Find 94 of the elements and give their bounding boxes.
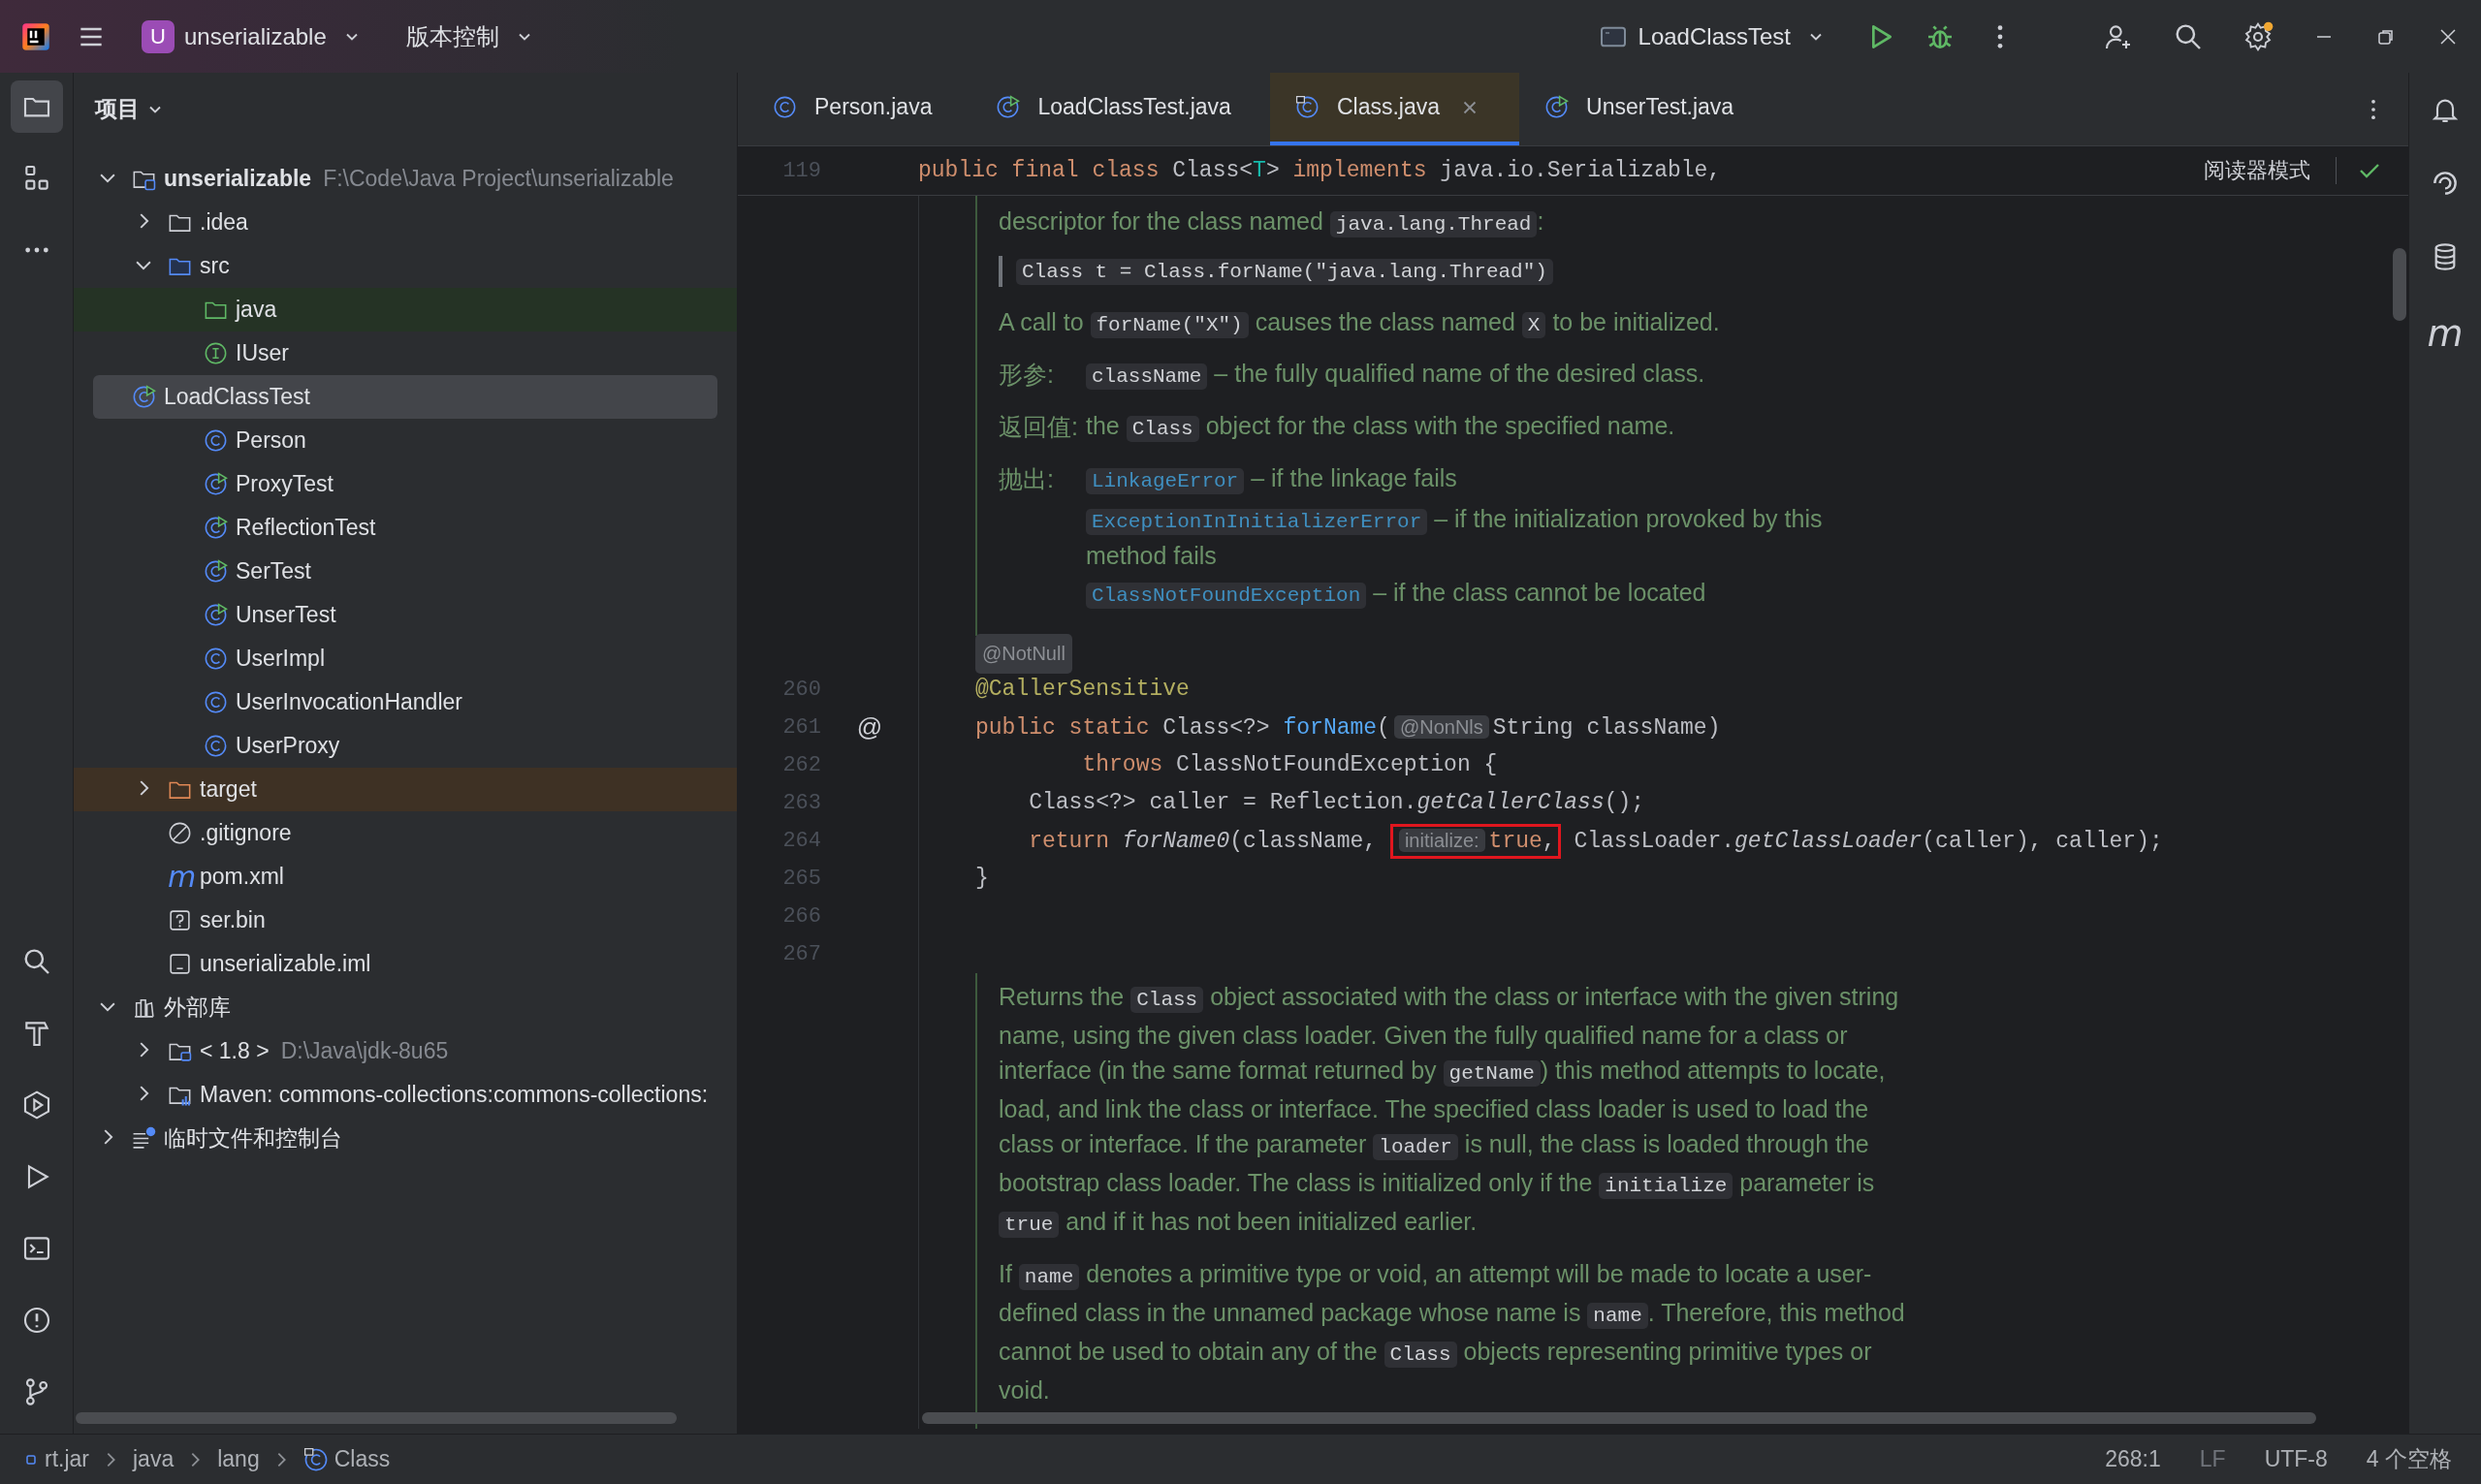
file-icon [168, 952, 192, 976]
code-line: Class<?> caller = Reflection.getCallerClass(); [1028, 789, 1645, 817]
scrollbar-thumb[interactable] [76, 1412, 677, 1424]
unknown-file-icon [168, 908, 192, 932]
tree-item[interactable]: unserializable F:\Code\Java Project\unserializable [74, 157, 737, 201]
code-line: throws ClassNotFoundException { [1081, 751, 1498, 779]
chevron-icon [276, 1452, 286, 1467]
tree-item[interactable]: 临时文件和控制台 [74, 1117, 737, 1160]
doc-tag-text: ClassNotFoundException – if the class cannot be located [1086, 576, 1891, 613]
class-icon [996, 95, 1021, 119]
tree-item[interactable]: ser.bin [74, 899, 737, 942]
class-icon [302, 1446, 329, 1472]
ignore-file-icon [168, 821, 192, 845]
class-icon [204, 428, 228, 453]
doc-tag-label: 形参: [999, 360, 1055, 390]
class-icon [204, 472, 228, 496]
settings-icon[interactable] [2242, 20, 2274, 52]
doc-paragraph: descriptor for the class named java.lang.Thread : [999, 206, 1545, 239]
doc-paragraph: If name denotes a primitive type or void, an attempt will be made to locate a user-defined class in the unnamed package whose name is name . Therefore, this method cannot be used to obtain any of the Class objects representing primitive types or void. [999, 1259, 1906, 1405]
maven-icon[interactable]: m [2427, 315, 2464, 352]
status-bar-item[interactable]: UTF-8 [2264, 1444, 2328, 1474]
class-icon [204, 603, 228, 627]
doc-link[interactable]: ExceptionInInitializerError [1086, 509, 1428, 535]
tree-item[interactable]: < 1.8 > D:\Java\jdk-8u65 [74, 1029, 737, 1073]
chevron-icon [107, 1452, 115, 1467]
breadcrumb[interactable]: lang [217, 1446, 260, 1472]
tree-item[interactable]: target [74, 768, 737, 811]
class-icon [1294, 95, 1320, 119]
scrollbar-thumb[interactable] [2393, 248, 2406, 321]
tree-item[interactable]: m pom.xml [74, 855, 737, 899]
code-line: public final class Class<T> implements java.io.Serializable, [918, 158, 1722, 183]
vcs-menu[interactable]: 版本控制 [396, 13, 544, 60]
code-line: } [975, 865, 989, 893]
doc-tag-label: 返回值: [999, 412, 1079, 442]
class-icon [204, 690, 228, 714]
tree-item[interactable]: .idea [74, 201, 737, 244]
breadcrumb[interactable]: rt.jar [23, 1446, 89, 1472]
reader-mode-button[interactable]: 阅读器模式 [2204, 156, 2310, 185]
gutter-mark[interactable]: @ [856, 709, 883, 746]
doc-tag-text: the Class object for the class with the specified name. [1086, 411, 1675, 444]
tree-item[interactable]: LoadClassTest [93, 375, 717, 419]
code-example: Class t = Class.forName("java.lang.Thread") [1016, 258, 1553, 285]
tree-item[interactable]: 外部库 [74, 986, 737, 1029]
tree-item[interactable]: src [74, 244, 737, 288]
class-icon [204, 647, 228, 671]
doc-paragraph: A call to forName("X") causes the class named X to be initialized. [999, 307, 1721, 340]
tree-item[interactable]: unserializable.iml [74, 942, 737, 986]
doc-tag-text: LinkageError – if the linkage fails [1086, 461, 1891, 498]
tree-item[interactable]: IUser [74, 332, 737, 375]
doc-link[interactable]: LinkageError [1086, 468, 1245, 494]
class-icon [204, 559, 228, 584]
tree-item[interactable]: java [74, 288, 737, 332]
doc-tag-text: ExceptionInInitializerError – if the initialization provoked by this method fails [1086, 504, 1824, 571]
tree-item[interactable]: ProxyTest [74, 462, 737, 506]
project-view-selector[interactable]: 项目 [95, 94, 165, 124]
doc-link[interactable]: ClassNotFoundException [1086, 583, 1367, 609]
chevron-icon [191, 1452, 201, 1467]
code-line: @CallerSensitive [975, 676, 1190, 704]
interface-icon [204, 341, 228, 365]
status-bar-item[interactable]: 268:1 [2105, 1444, 2161, 1474]
editor-tab[interactable]: LoadClassTest.java [970, 73, 1270, 145]
status-bar-item[interactable]: 4 个空格 [2366, 1444, 2452, 1474]
tree-item[interactable]: UserInvocationHandler [74, 680, 737, 724]
class-icon [204, 734, 228, 758]
tree-item[interactable]: UserProxy [74, 724, 737, 768]
class-icon [204, 516, 228, 540]
breadcrumb[interactable]: java [133, 1446, 175, 1472]
tree-item[interactable]: Maven: commons-collections:commons-collections: [74, 1073, 737, 1117]
maven-icon: m [168, 862, 192, 892]
editor-tab[interactable]: UnserTest.java [1519, 73, 1773, 145]
tree-item[interactable]: .gitignore [74, 811, 737, 855]
class-icon [773, 95, 797, 119]
run-config-selector[interactable]: LoadClassTest [1587, 13, 1835, 60]
breadcrumb[interactable]: Class [302, 1446, 391, 1472]
tree-item[interactable]: ReflectionTest [74, 506, 737, 550]
doc-tag-text: className – the fully qualified name of the desired class. [1086, 357, 1705, 394]
tree-item[interactable]: UnserTest [74, 593, 737, 637]
doc-tag-label: 抛出: [999, 464, 1055, 494]
code-line: return forName0(className, initialize: true, ClassLoader.getClassLoader(caller), caller); [975, 821, 2163, 861]
tree-item[interactable]: SerTest [74, 550, 737, 593]
class-icon [1544, 95, 1570, 119]
project-switcher[interactable]: U unserializable [132, 12, 371, 61]
doc-paragraph: Returns the Class object associated with the class or interface with the given string name, using the given class loader. Given the fully qualified name for a class or interface (in the same format returned by getName ) this method attempts to locate, load, and link the class or interface. The specified class loader is used to load the class or interface. If the parameter loader is null, the class is loaded through the bootstrap class loader. The class is initialized only if the initialize parameter is true and if it has not been initialized earlier. [999, 982, 1900, 1240]
editor-tab[interactable]: Person.java [747, 73, 971, 145]
class-icon [132, 385, 156, 409]
folder-icon[interactable] [10, 80, 63, 133]
scratches-icon [132, 1126, 156, 1151]
editor-tab[interactable]: Class.java [1269, 73, 1520, 145]
scrollbar-thumb[interactable] [922, 1412, 2316, 1424]
inlay-hint: @NotNull [975, 633, 1072, 674]
code-line: public static Class<?> forName( @NonNls String className) [975, 713, 1721, 742]
tree-item[interactable]: UserImpl [74, 637, 737, 680]
tree-item[interactable]: Person [74, 419, 737, 462]
app-logo-icon[interactable] [21, 21, 50, 51]
